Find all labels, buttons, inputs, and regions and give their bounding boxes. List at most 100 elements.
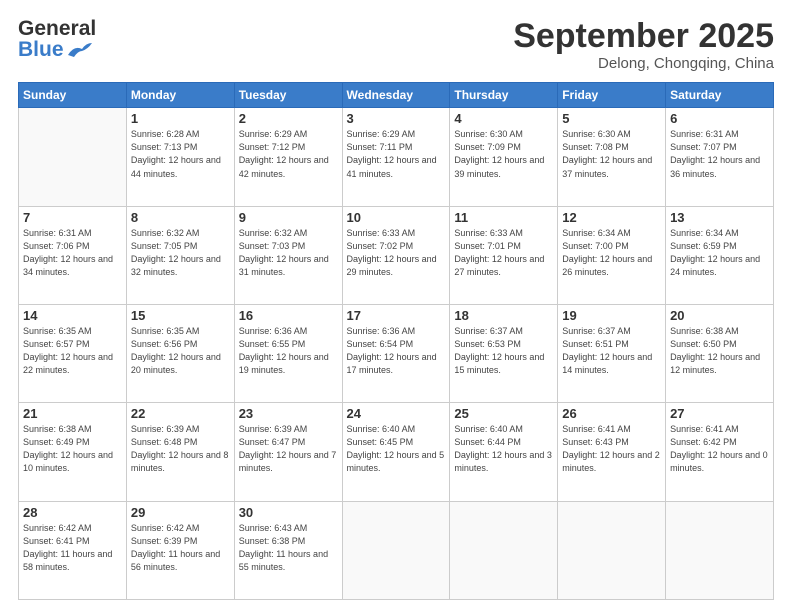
page: General Blue September 2025 Delong, Chon… <box>0 0 792 612</box>
day-info: Sunrise: 6:34 AMSunset: 6:59 PMDaylight:… <box>670 227 769 279</box>
day-info: Sunrise: 6:41 AMSunset: 6:42 PMDaylight:… <box>670 423 769 475</box>
day-number: 12 <box>562 210 661 225</box>
calendar-cell: 26 Sunrise: 6:41 AMSunset: 6:43 PMDayligh… <box>558 403 666 501</box>
calendar-cell: 11Sunrise: 6:33 AMSunset: 7:01 PMDayligh… <box>450 206 558 304</box>
day-info: Sunrise: 6:39 AMSunset: 6:48 PMDaylight:… <box>131 423 230 475</box>
calendar-cell: 14 Sunrise: 6:35 AMSunset: 6:57 PMDayligh… <box>19 305 127 403</box>
day-number: 28 <box>23 505 122 520</box>
day-number: 8 <box>131 210 230 225</box>
day-number: 2 <box>239 111 338 126</box>
day-info: Sunrise: 6:38 AMSunset: 6:49 PMDaylight:… <box>23 423 122 475</box>
calendar-cell <box>19 108 127 206</box>
logo-general: General <box>18 18 96 39</box>
calendar-cell: 13 Sunrise: 6:34 AMSunset: 6:59 PMDayligh… <box>666 206 774 304</box>
calendar-cell: 21Sunrise: 6:38 AMSunset: 6:49 PMDayligh… <box>19 403 127 501</box>
subtitle: Delong, Chongqing, China <box>513 55 774 72</box>
calendar-cell: 12Sunrise: 6:34 AMSunset: 7:00 PMDayligh… <box>558 206 666 304</box>
calendar-week-row: 28 Sunrise: 6:42 AMSunset: 6:41 PMDayligh… <box>19 501 774 599</box>
day-info: Sunrise: 6:32 AMSunset: 7:03 PMDaylight:… <box>239 227 338 279</box>
calendar-cell: 29 Sunrise: 6:42 AMSunset: 6:39 PMDayligh… <box>126 501 234 599</box>
day-info: Sunrise: 6:41 AMSunset: 6:43 PMDaylight:… <box>562 423 661 475</box>
col-wednesday: Wednesday <box>342 83 450 108</box>
day-number: 17 <box>347 308 446 323</box>
col-tuesday: Tuesday <box>234 83 342 108</box>
day-info: Sunrise: 6:38 AMSunset: 6:50 PMDaylight:… <box>670 325 769 377</box>
calendar-cell <box>666 501 774 599</box>
day-info: Sunrise: 6:35 AMSunset: 6:56 PMDaylight:… <box>131 325 230 377</box>
logo-bird-icon <box>66 41 92 59</box>
day-number: 7 <box>23 210 122 225</box>
day-info: Sunrise: 6:31 AMSunset: 7:07 PMDaylight:… <box>670 128 769 180</box>
calendar-header-row: Sunday Monday Tuesday Wednesday Thursday… <box>19 83 774 108</box>
day-info: Sunrise: 6:37 AMSunset: 6:53 PMDaylight:… <box>454 325 553 377</box>
calendar-cell: 17 Sunrise: 6:36 AMSunset: 6:54 PMDayligh… <box>342 305 450 403</box>
day-info: Sunrise: 6:35 AMSunset: 6:57 PMDaylight:… <box>23 325 122 377</box>
calendar-cell: 15 Sunrise: 6:35 AMSunset: 6:56 PMDayligh… <box>126 305 234 403</box>
day-number: 25 <box>454 406 553 421</box>
day-info: Sunrise: 6:29 AMSunset: 7:11 PMDaylight:… <box>347 128 446 180</box>
calendar-cell: 22Sunrise: 6:39 AMSunset: 6:48 PMDayligh… <box>126 403 234 501</box>
day-number: 14 <box>23 308 122 323</box>
day-number: 15 <box>131 308 230 323</box>
day-number: 27 <box>670 406 769 421</box>
day-number: 20 <box>670 308 769 323</box>
calendar-table: Sunday Monday Tuesday Wednesday Thursday… <box>18 82 774 600</box>
calendar-cell: 10 Sunrise: 6:33 AMSunset: 7:02 PMDayligh… <box>342 206 450 304</box>
calendar-cell: 8 Sunrise: 6:32 AMSunset: 7:05 PMDaylight… <box>126 206 234 304</box>
day-number: 10 <box>347 210 446 225</box>
calendar-week-row: 21Sunrise: 6:38 AMSunset: 6:49 PMDayligh… <box>19 403 774 501</box>
calendar-cell <box>342 501 450 599</box>
calendar-cell: 9 Sunrise: 6:32 AMSunset: 7:03 PMDaylight… <box>234 206 342 304</box>
header: General Blue September 2025 Delong, Chon… <box>18 18 774 72</box>
calendar-week-row: 14 Sunrise: 6:35 AMSunset: 6:57 PMDayligh… <box>19 305 774 403</box>
day-number: 26 <box>562 406 661 421</box>
calendar-body: 1 Sunrise: 6:28 AMSunset: 7:13 PMDaylight… <box>19 108 774 600</box>
logo-blue: Blue <box>18 39 96 60</box>
calendar-cell: 5Sunrise: 6:30 AMSunset: 7:08 PMDaylight… <box>558 108 666 206</box>
day-info: Sunrise: 6:43 AMSunset: 6:38 PMDaylight:… <box>239 522 338 574</box>
calendar-cell: 27 Sunrise: 6:41 AMSunset: 6:42 PMDayligh… <box>666 403 774 501</box>
calendar-cell <box>558 501 666 599</box>
title-block: September 2025 Delong, Chongqing, China <box>513 18 774 72</box>
col-monday: Monday <box>126 83 234 108</box>
day-number: 5 <box>562 111 661 126</box>
calendar-week-row: 7 Sunrise: 6:31 AMSunset: 7:06 PMDaylight… <box>19 206 774 304</box>
day-info: Sunrise: 6:30 AMSunset: 7:09 PMDaylight:… <box>454 128 553 180</box>
day-info: Sunrise: 6:31 AMSunset: 7:06 PMDaylight:… <box>23 227 122 279</box>
col-saturday: Saturday <box>666 83 774 108</box>
day-number: 9 <box>239 210 338 225</box>
calendar-cell: 19Sunrise: 6:37 AMSunset: 6:51 PMDayligh… <box>558 305 666 403</box>
calendar-cell: 20 Sunrise: 6:38 AMSunset: 6:50 PMDayligh… <box>666 305 774 403</box>
day-number: 1 <box>131 111 230 126</box>
day-number: 6 <box>670 111 769 126</box>
day-info: Sunrise: 6:32 AMSunset: 7:05 PMDaylight:… <box>131 227 230 279</box>
calendar-cell: 25Sunrise: 6:40 AMSunset: 6:44 PMDayligh… <box>450 403 558 501</box>
day-info: Sunrise: 6:36 AMSunset: 6:54 PMDaylight:… <box>347 325 446 377</box>
calendar-cell: 2 Sunrise: 6:29 AMSunset: 7:12 PMDaylight… <box>234 108 342 206</box>
day-number: 19 <box>562 308 661 323</box>
day-info: Sunrise: 6:33 AMSunset: 7:02 PMDaylight:… <box>347 227 446 279</box>
day-number: 13 <box>670 210 769 225</box>
calendar-cell: 23Sunrise: 6:39 AMSunset: 6:47 PMDayligh… <box>234 403 342 501</box>
day-info: Sunrise: 6:36 AMSunset: 6:55 PMDaylight:… <box>239 325 338 377</box>
day-number: 30 <box>239 505 338 520</box>
day-info: Sunrise: 6:42 AMSunset: 6:41 PMDaylight:… <box>23 522 122 574</box>
logo: General Blue <box>18 18 96 60</box>
calendar-cell: 16 Sunrise: 6:36 AMSunset: 6:55 PMDayligh… <box>234 305 342 403</box>
col-friday: Friday <box>558 83 666 108</box>
day-info: Sunrise: 6:29 AMSunset: 7:12 PMDaylight:… <box>239 128 338 180</box>
day-number: 16 <box>239 308 338 323</box>
day-info: Sunrise: 6:40 AMSunset: 6:45 PMDaylight:… <box>347 423 446 475</box>
day-number: 29 <box>131 505 230 520</box>
day-info: Sunrise: 6:28 AMSunset: 7:13 PMDaylight:… <box>131 128 230 180</box>
calendar-cell: 18 Sunrise: 6:37 AMSunset: 6:53 PMDayligh… <box>450 305 558 403</box>
day-number: 23 <box>239 406 338 421</box>
day-number: 4 <box>454 111 553 126</box>
month-title: September 2025 <box>513 18 774 55</box>
day-number: 11 <box>454 210 553 225</box>
day-number: 3 <box>347 111 446 126</box>
calendar-cell: 30 Sunrise: 6:43 AMSunset: 6:38 PMDayligh… <box>234 501 342 599</box>
day-info: Sunrise: 6:42 AMSunset: 6:39 PMDaylight:… <box>131 522 230 574</box>
day-number: 18 <box>454 308 553 323</box>
calendar-cell: 28 Sunrise: 6:42 AMSunset: 6:41 PMDayligh… <box>19 501 127 599</box>
